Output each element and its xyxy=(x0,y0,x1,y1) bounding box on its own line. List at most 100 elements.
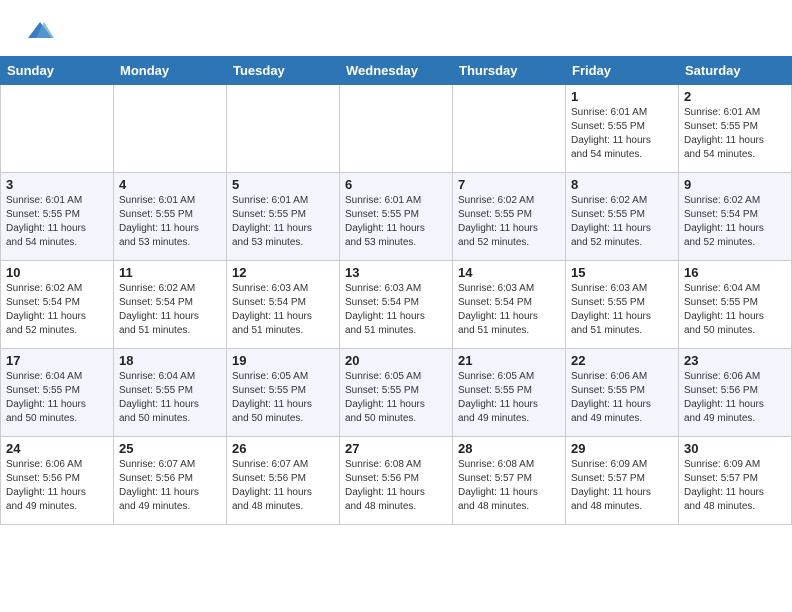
calendar-week-row: 17 Sunrise: 6:04 AM Sunset: 5:55 PM Dayli… xyxy=(1,349,792,437)
calendar-cell xyxy=(453,85,566,173)
day-info: Sunrise: 6:06 AM Sunset: 5:55 PM Dayligh… xyxy=(571,370,673,426)
logo-icon xyxy=(26,18,54,46)
calendar-cell: 22 Sunrise: 6:06 AM Sunset: 5:55 PM Dayli… xyxy=(566,349,679,437)
weekday-header-monday: Monday xyxy=(114,57,227,85)
day-info: Sunrise: 6:08 AM Sunset: 5:56 PM Dayligh… xyxy=(345,458,447,514)
calendar-cell: 25 Sunrise: 6:07 AM Sunset: 5:56 PM Dayli… xyxy=(114,437,227,525)
day-number: 10 xyxy=(6,265,108,280)
calendar-cell: 14 Sunrise: 6:03 AM Sunset: 5:54 PM Dayli… xyxy=(453,261,566,349)
day-info: Sunrise: 6:07 AM Sunset: 5:56 PM Dayligh… xyxy=(119,458,221,514)
calendar-header-row: SundayMondayTuesdayWednesdayThursdayFrid… xyxy=(1,57,792,85)
day-number: 29 xyxy=(571,441,673,456)
calendar-cell: 30 Sunrise: 6:09 AM Sunset: 5:57 PM Dayli… xyxy=(679,437,792,525)
day-info: Sunrise: 6:03 AM Sunset: 5:54 PM Dayligh… xyxy=(458,282,560,338)
day-number: 14 xyxy=(458,265,560,280)
calendar-cell: 15 Sunrise: 6:03 AM Sunset: 5:55 PM Dayli… xyxy=(566,261,679,349)
calendar-cell: 11 Sunrise: 6:02 AM Sunset: 5:54 PM Dayli… xyxy=(114,261,227,349)
day-number: 17 xyxy=(6,353,108,368)
day-info: Sunrise: 6:03 AM Sunset: 5:54 PM Dayligh… xyxy=(232,282,334,338)
day-info: Sunrise: 6:06 AM Sunset: 5:56 PM Dayligh… xyxy=(684,370,786,426)
day-info: Sunrise: 6:01 AM Sunset: 5:55 PM Dayligh… xyxy=(684,106,786,162)
day-info: Sunrise: 6:08 AM Sunset: 5:57 PM Dayligh… xyxy=(458,458,560,514)
day-number: 27 xyxy=(345,441,447,456)
calendar-cell: 9 Sunrise: 6:02 AM Sunset: 5:54 PM Daylig… xyxy=(679,173,792,261)
day-number: 7 xyxy=(458,177,560,192)
day-number: 11 xyxy=(119,265,221,280)
day-number: 1 xyxy=(571,89,673,104)
calendar-cell xyxy=(227,85,340,173)
day-number: 24 xyxy=(6,441,108,456)
day-info: Sunrise: 6:06 AM Sunset: 5:56 PM Dayligh… xyxy=(6,458,108,514)
calendar-cell: 12 Sunrise: 6:03 AM Sunset: 5:54 PM Dayli… xyxy=(227,261,340,349)
day-number: 26 xyxy=(232,441,334,456)
calendar-cell: 26Sunrise: 6:07 AM Sunset: 5:56 PM Dayli… xyxy=(227,437,340,525)
calendar-cell: 8 Sunrise: 6:02 AM Sunset: 5:55 PM Daylig… xyxy=(566,173,679,261)
day-number: 25 xyxy=(119,441,221,456)
day-info: Sunrise: 6:01 AM Sunset: 5:55 PM Dayligh… xyxy=(119,194,221,250)
calendar-week-row: 3 Sunrise: 6:01 AM Sunset: 5:55 PM Daylig… xyxy=(1,173,792,261)
day-number: 20 xyxy=(345,353,447,368)
day-info: Sunrise: 6:05 AM Sunset: 5:55 PM Dayligh… xyxy=(232,370,334,426)
weekday-header-sunday: Sunday xyxy=(1,57,114,85)
calendar-cell: 16Sunrise: 6:04 AM Sunset: 5:55 PM Dayli… xyxy=(679,261,792,349)
day-info: Sunrise: 6:01 AM Sunset: 5:55 PM Dayligh… xyxy=(571,106,673,162)
day-number: 22 xyxy=(571,353,673,368)
weekday-header-friday: Friday xyxy=(566,57,679,85)
calendar-cell: 1 Sunrise: 6:01 AM Sunset: 5:55 PM Daylig… xyxy=(566,85,679,173)
calendar-cell: 10 Sunrise: 6:02 AM Sunset: 5:54 PM Dayli… xyxy=(1,261,114,349)
day-number: 6 xyxy=(345,177,447,192)
day-info: Sunrise: 6:01 AM Sunset: 5:55 PM Dayligh… xyxy=(232,194,334,250)
day-info: Sunrise: 6:01 AM Sunset: 5:55 PM Dayligh… xyxy=(6,194,108,250)
day-number: 4 xyxy=(119,177,221,192)
header xyxy=(0,0,792,56)
day-info: Sunrise: 6:03 AM Sunset: 5:55 PM Dayligh… xyxy=(571,282,673,338)
calendar-cell: 6 Sunrise: 6:01 AM Sunset: 5:55 PM Daylig… xyxy=(340,173,453,261)
day-number: 15 xyxy=(571,265,673,280)
day-info: Sunrise: 6:02 AM Sunset: 5:54 PM Dayligh… xyxy=(6,282,108,338)
day-info: Sunrise: 6:02 AM Sunset: 5:54 PM Dayligh… xyxy=(119,282,221,338)
day-info: Sunrise: 6:05 AM Sunset: 5:55 PM Dayligh… xyxy=(458,370,560,426)
calendar-cell: 20 Sunrise: 6:05 AM Sunset: 5:55 PM Dayli… xyxy=(340,349,453,437)
day-number: 23 xyxy=(684,353,786,368)
calendar-cell: 13 Sunrise: 6:03 AM Sunset: 5:54 PM Dayli… xyxy=(340,261,453,349)
calendar-cell: 5 Sunrise: 6:01 AM Sunset: 5:55 PM Daylig… xyxy=(227,173,340,261)
day-number: 8 xyxy=(571,177,673,192)
day-info: Sunrise: 6:02 AM Sunset: 5:55 PM Dayligh… xyxy=(458,194,560,250)
day-info: Sunrise: 6:09 AM Sunset: 5:57 PM Dayligh… xyxy=(684,458,786,514)
day-number: 13 xyxy=(345,265,447,280)
day-number: 5 xyxy=(232,177,334,192)
calendar-cell: 4 Sunrise: 6:01 AM Sunset: 5:55 PM Daylig… xyxy=(114,173,227,261)
day-number: 21 xyxy=(458,353,560,368)
day-number: 9 xyxy=(684,177,786,192)
day-number: 12 xyxy=(232,265,334,280)
day-info: Sunrise: 6:03 AM Sunset: 5:54 PM Dayligh… xyxy=(345,282,447,338)
day-number: 30 xyxy=(684,441,786,456)
calendar-cell xyxy=(114,85,227,173)
calendar-cell: 29Sunrise: 6:09 AM Sunset: 5:57 PM Dayli… xyxy=(566,437,679,525)
weekday-header-tuesday: Tuesday xyxy=(227,57,340,85)
logo xyxy=(24,18,56,46)
calendar-week-row: 1 Sunrise: 6:01 AM Sunset: 5:55 PM Daylig… xyxy=(1,85,792,173)
day-info: Sunrise: 6:02 AM Sunset: 5:55 PM Dayligh… xyxy=(571,194,673,250)
calendar-cell: 27 Sunrise: 6:08 AM Sunset: 5:56 PM Dayli… xyxy=(340,437,453,525)
calendar-cell: 23 Sunrise: 6:06 AM Sunset: 5:56 PM Dayli… xyxy=(679,349,792,437)
calendar: SundayMondayTuesdayWednesdayThursdayFrid… xyxy=(0,56,792,525)
day-info: Sunrise: 6:01 AM Sunset: 5:55 PM Dayligh… xyxy=(345,194,447,250)
weekday-header-wednesday: Wednesday xyxy=(340,57,453,85)
day-info: Sunrise: 6:02 AM Sunset: 5:54 PM Dayligh… xyxy=(684,194,786,250)
day-info: Sunrise: 6:04 AM Sunset: 5:55 PM Dayligh… xyxy=(119,370,221,426)
calendar-cell: 17 Sunrise: 6:04 AM Sunset: 5:55 PM Dayli… xyxy=(1,349,114,437)
calendar-cell: 21 Sunrise: 6:05 AM Sunset: 5:55 PM Dayli… xyxy=(453,349,566,437)
day-info: Sunrise: 6:05 AM Sunset: 5:55 PM Dayligh… xyxy=(345,370,447,426)
calendar-cell xyxy=(340,85,453,173)
day-number: 18 xyxy=(119,353,221,368)
day-info: Sunrise: 6:04 AM Sunset: 5:55 PM Dayligh… xyxy=(6,370,108,426)
calendar-cell xyxy=(1,85,114,173)
calendar-cell: 28 Sunrise: 6:08 AM Sunset: 5:57 PM Dayli… xyxy=(453,437,566,525)
day-number: 3 xyxy=(6,177,108,192)
calendar-cell: 18 Sunrise: 6:04 AM Sunset: 5:55 PM Dayli… xyxy=(114,349,227,437)
weekday-header-thursday: Thursday xyxy=(453,57,566,85)
calendar-week-row: 24 Sunrise: 6:06 AM Sunset: 5:56 PM Dayli… xyxy=(1,437,792,525)
day-number: 28 xyxy=(458,441,560,456)
calendar-cell: 24 Sunrise: 6:06 AM Sunset: 5:56 PM Dayli… xyxy=(1,437,114,525)
